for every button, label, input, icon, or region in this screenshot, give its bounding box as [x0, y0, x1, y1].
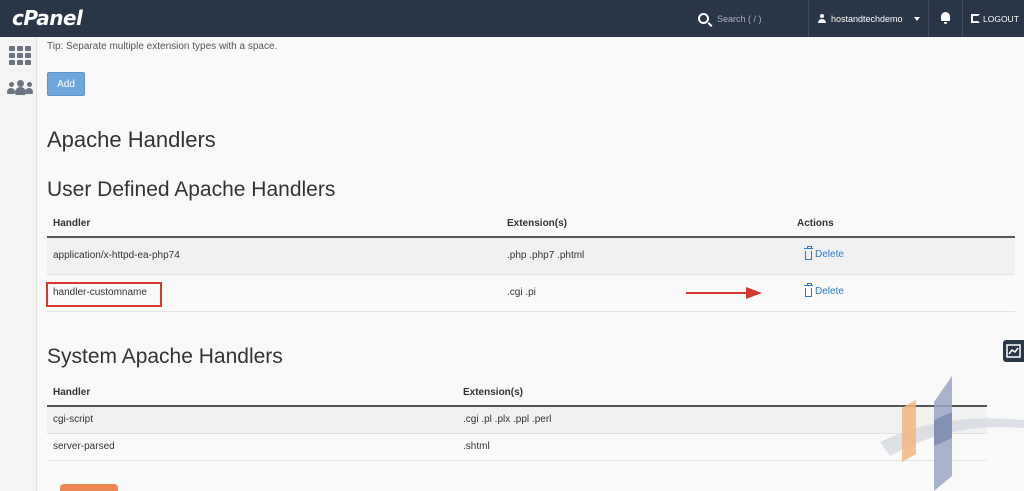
caret-down-icon [913, 16, 920, 21]
tip-text: Tip: Separate multiple extension types w… [47, 41, 278, 52]
extensions-cell: .php .php7 .phtml [501, 237, 791, 275]
search-placeholder[interactable]: Search ( / ) [717, 14, 762, 24]
partial-heading [60, 484, 120, 491]
handler-cell: server-parsed [47, 433, 457, 461]
column-header-actions: Actions [791, 211, 1015, 238]
add-button[interactable]: Add [47, 72, 85, 96]
user-menu[interactable]: hostandtechdemo [818, 0, 920, 37]
nav-divider [808, 0, 809, 37]
apps-grid-icon[interactable] [9, 46, 31, 65]
users-icon[interactable] [7, 80, 33, 96]
column-header-extensions: Extension(s) [501, 211, 791, 238]
highlight-annotation-box [46, 282, 162, 307]
delete-label: Delete [815, 285, 844, 297]
table-row: application/x-httpd-ea-php74 .php .php7 … [47, 237, 1015, 275]
sidebar [0, 37, 37, 491]
nav-divider [928, 0, 929, 37]
page-title: Apache Handlers [47, 127, 216, 152]
search-icon [698, 13, 709, 24]
user-handlers-table: Handler Extension(s) Actions application… [47, 211, 1015, 312]
actions-cell: Delete [791, 237, 1015, 275]
delete-label: Delete [815, 248, 844, 260]
stats-tab[interactable] [1003, 340, 1024, 362]
user-icon [818, 14, 826, 23]
logout-button[interactable]: LOGOUT [971, 0, 1019, 37]
arrow-annotation-icon [686, 287, 762, 299]
logout-icon [971, 14, 980, 23]
top-navbar: cPanel Search ( / ) hostandtechdemo LOGO… [0, 0, 1024, 37]
system-handlers-table: Handler Extension(s) cgi-script .cgi .pl… [47, 380, 987, 461]
user-handlers-title: User Defined Apache Handlers [47, 178, 336, 201]
delete-link[interactable]: Delete [804, 245, 844, 260]
logout-label: LOGOUT [983, 13, 1019, 24]
handler-cell: cgi-script [47, 406, 457, 434]
trash-icon [804, 245, 813, 260]
trash-icon [804, 282, 813, 297]
nav-divider [962, 0, 963, 37]
column-header-handler: Handler [47, 380, 457, 407]
search-box[interactable]: Search ( / ) [698, 0, 762, 37]
actions-cell: Delete [791, 274, 1015, 312]
system-handlers-title: System Apache Handlers [47, 345, 283, 368]
column-header-handler: Handler [47, 211, 501, 238]
cpanel-logo[interactable]: cPanel [12, 6, 83, 30]
username-label: hostandtechdemo [831, 13, 903, 24]
delete-link[interactable]: Delete [804, 282, 844, 297]
watermark-logo [880, 376, 1024, 491]
bell-icon[interactable] [940, 12, 951, 24]
table-header-row: Handler Extension(s) [47, 380, 987, 407]
table-header-row: Handler Extension(s) Actions [47, 211, 1015, 238]
handler-cell: application/x-httpd-ea-php74 [47, 237, 501, 275]
table-row: handler-customname .cgi .pi Delete [47, 274, 1015, 312]
table-row: server-parsed .shtml [47, 433, 987, 461]
table-row: cgi-script .cgi .pl .plx .ppl .perl [47, 406, 987, 434]
chart-trend-icon [1006, 344, 1021, 358]
